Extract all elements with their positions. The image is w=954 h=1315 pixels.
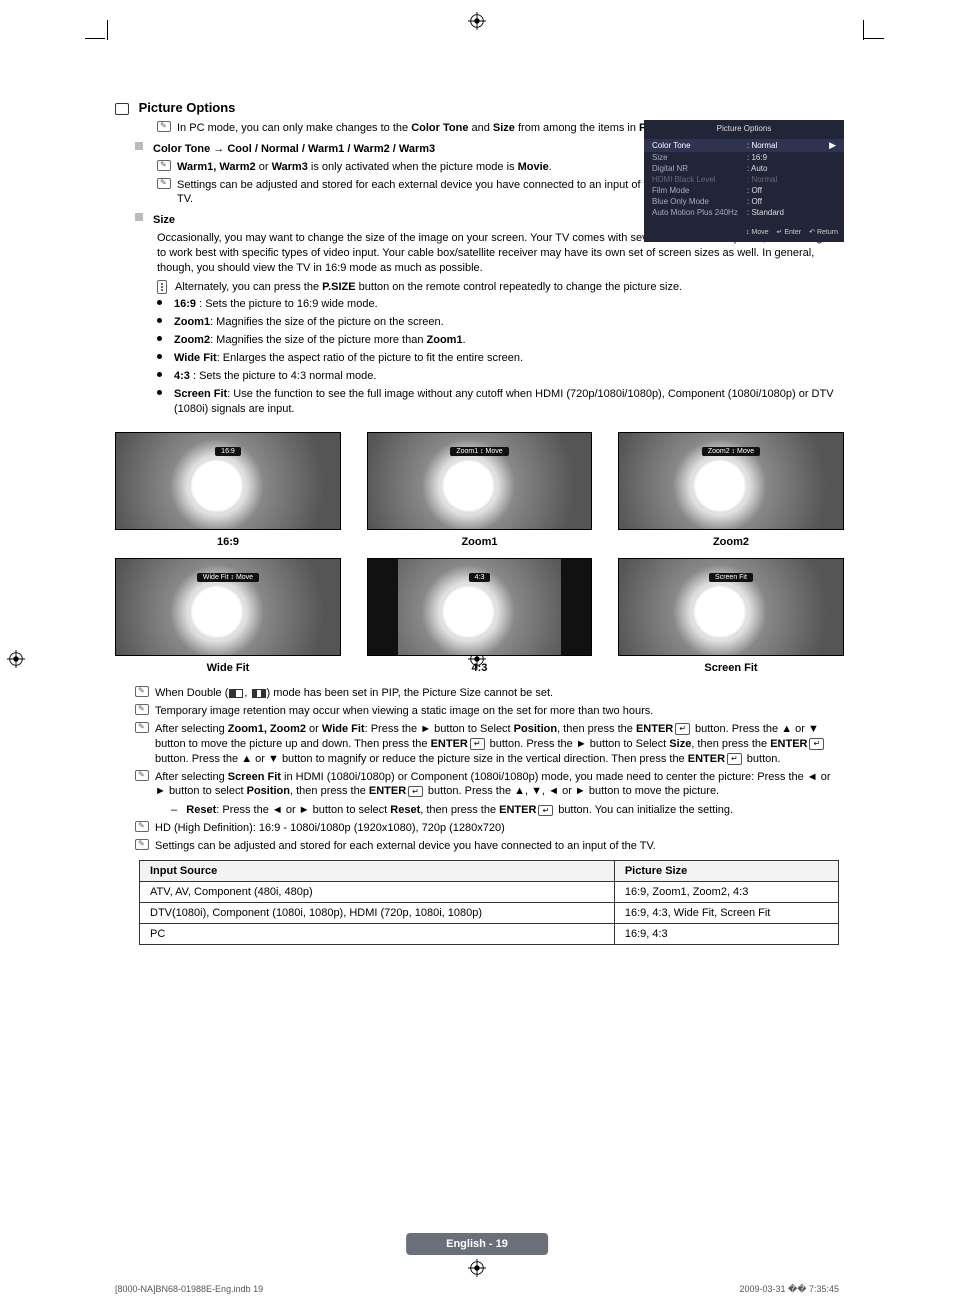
square-bullet-icon — [135, 142, 143, 150]
osd-menu-item: HDMI Black Level: Normal — [644, 174, 844, 185]
thumbnail-caption: Screen Fit — [704, 662, 757, 674]
osd-footer-key: ↵Enter — [777, 228, 802, 236]
doc-timestamp: 2009-03-31 �� 7:35:45 — [739, 1284, 839, 1295]
note-line: Settings can be adjusted and stored for … — [135, 839, 844, 854]
doc-id: [8000-NA]BN68-01988E-Eng.indb 19 — [115, 1284, 263, 1295]
list-item: Zoom2: Magnifies the size of the picture… — [157, 333, 844, 348]
list-item: Zoom1: Magnifies the size of the picture… — [157, 315, 844, 330]
list-item: Screen Fit: Use the function to see the … — [157, 387, 844, 417]
thumbnail: Zoom1 ↕ Move Zoom1 — [367, 432, 593, 548]
enter-icon: ↵ — [470, 738, 485, 750]
bullet-icon — [157, 354, 162, 359]
note-icon — [135, 722, 149, 733]
registration-mark-icon — [7, 650, 25, 668]
thumbnail-image: Zoom1 ↕ Move — [367, 432, 593, 530]
thumbnail-caption: Zoom2 — [713, 536, 749, 548]
table-row: ATV, AV, Component (480i, 480p)16:9, Zoo… — [140, 881, 839, 902]
th-picture-size: Picture Size — [614, 860, 838, 881]
list-item: 4:3 : Sets the picture to 4:3 normal mod… — [157, 369, 844, 384]
enter-icon: ↵ — [538, 805, 553, 817]
note-line: Temporary image retention may occur when… — [135, 704, 844, 719]
thumbnail: 16:9 16:9 — [115, 432, 341, 548]
osd-menu-item: Color Tone: Normal▶ — [644, 139, 844, 152]
thumbnail: Wide Fit ↕ Move Wide Fit — [115, 558, 341, 674]
note-icon — [135, 704, 149, 715]
osd-menu-item: Auto Motion Plus 240Hz: Standard — [644, 207, 844, 218]
registration-mark-icon — [468, 12, 486, 30]
bullet-icon — [157, 318, 162, 323]
page-number-badge: English - 19 — [406, 1233, 548, 1255]
section-heading: Picture Options — [115, 100, 844, 115]
thumbnail-image: 4:3 — [367, 558, 593, 656]
source-table: Input Source Picture Size ATV, AV, Compo… — [139, 860, 839, 945]
th-input-source: Input Source — [140, 860, 615, 881]
thumbnail-caption: Zoom1 — [461, 536, 497, 548]
enter-icon: ↵ — [727, 753, 742, 765]
list-item: Wide Fit: Enlarges the aspect ratio of t… — [157, 351, 844, 366]
remote-icon — [157, 280, 167, 294]
pip-triple-icon — [252, 689, 266, 698]
thumbnail-badge: Screen Fit — [709, 573, 753, 582]
note-icon — [157, 121, 171, 132]
osd-footer-key: ↕Move — [746, 228, 769, 236]
book-icon — [115, 103, 129, 115]
osd-menu-item: Size: 16:9 — [644, 152, 844, 163]
note-icon — [135, 770, 149, 781]
thumbnail-caption: Wide Fit — [207, 662, 250, 674]
bullet-icon — [157, 336, 162, 341]
thumbnail: Screen Fit Screen Fit — [618, 558, 844, 674]
note-line: HD (High Definition): 16:9 - 1080i/1080p… — [135, 821, 844, 836]
thumbnail-caption: 16:9 — [217, 536, 239, 548]
note-line: After selecting Zoom1, Zoom2 or Wide Fit… — [135, 722, 844, 767]
osd-menu-panel: Picture Options Color Tone: Normal▶Size:… — [644, 120, 844, 242]
note-icon — [157, 160, 171, 171]
thumbnail-badge: Zoom2 ↕ Move — [702, 447, 760, 456]
note-icon — [135, 686, 149, 697]
thumbnail-caption: 4:3 — [472, 662, 488, 674]
pip-double-icon — [229, 689, 243, 698]
thumbnail-badge: 16:9 — [215, 447, 241, 456]
thumbnail-image: 16:9 — [115, 432, 341, 530]
thumbnail-image: Screen Fit — [618, 558, 844, 656]
enter-icon: ↵ — [809, 738, 824, 750]
registration-mark-icon — [468, 1259, 486, 1277]
thumbnail-image: Wide Fit ↕ Move — [115, 558, 341, 656]
osd-menu-item: Blue Only Mode: Off — [644, 196, 844, 207]
osd-menu-title: Picture Options — [644, 120, 844, 139]
thumbnail: Zoom2 ↕ Move Zoom2 — [618, 432, 844, 548]
thumbnail: 4:3 4:3 — [367, 558, 593, 674]
bullet-icon — [157, 390, 162, 395]
note-line: When Double (, ) mode has been set in PI… — [135, 686, 844, 701]
list-item: 16:9 : Sets the picture to 16:9 wide mod… — [157, 297, 844, 312]
thumbnail-grid: 16:916:9Zoom1 ↕ MoveZoom1Zoom2 ↕ MoveZoo… — [115, 432, 844, 674]
osd-footer-key: ↶Return — [809, 228, 838, 236]
bullet-icon — [157, 300, 162, 305]
square-bullet-icon — [135, 213, 143, 221]
note-line: After selecting Screen Fit in HDMI (1080… — [135, 770, 844, 819]
osd-menu-item: Film Mode: Off — [644, 185, 844, 196]
osd-menu-item: Digital NR: Auto — [644, 163, 844, 174]
note-icon — [135, 821, 149, 832]
doc-footer: [8000-NA]BN68-01988E-Eng.indb 19 2009-03… — [0, 1284, 954, 1295]
note-icon — [157, 178, 171, 189]
thumbnail-image: Zoom2 ↕ Move — [618, 432, 844, 530]
table-row: DTV(1080i), Component (1080i, 1080p), HD… — [140, 902, 839, 923]
remote-tip: Alternately, you can press the P.SIZE bu… — [157, 280, 844, 295]
thumbnail-badge: Wide Fit ↕ Move — [197, 573, 259, 582]
enter-icon: ↵ — [408, 786, 423, 798]
table-row: PC16:9, 4:3 — [140, 923, 839, 944]
enter-icon: ↵ — [675, 723, 690, 735]
bullet-icon — [157, 372, 162, 377]
thumbnail-badge: 4:3 — [469, 573, 491, 582]
note-icon — [135, 839, 149, 850]
thumbnail-badge: Zoom1 ↕ Move — [450, 447, 508, 456]
